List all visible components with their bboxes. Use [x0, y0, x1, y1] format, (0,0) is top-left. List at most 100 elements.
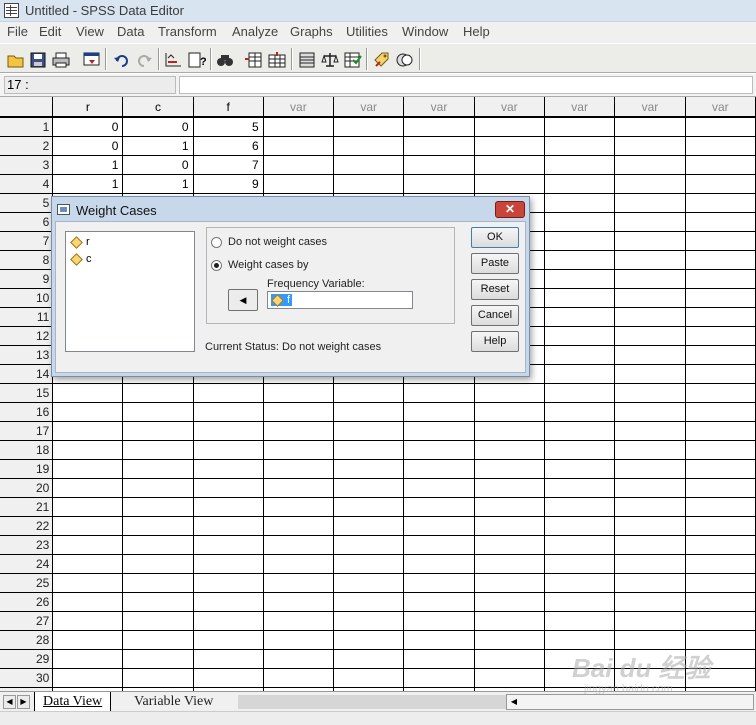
data-cell[interactable]: [544, 573, 616, 593]
data-cell[interactable]: [614, 630, 686, 650]
data-cell[interactable]: [685, 174, 756, 194]
data-cell[interactable]: [263, 459, 335, 479]
list-item[interactable]: r: [70, 235, 90, 249]
data-cell[interactable]: [614, 288, 686, 308]
column-header-var[interactable]: var: [403, 97, 475, 118]
data-cell[interactable]: [685, 231, 756, 251]
data-cell[interactable]: [122, 611, 194, 631]
data-cell[interactable]: [614, 592, 686, 612]
data-cell[interactable]: [474, 592, 545, 612]
weight-cases-by-radio[interactable]: [211, 260, 222, 271]
data-cell[interactable]: [52, 630, 124, 650]
data-cell[interactable]: [614, 231, 686, 251]
data-cell[interactable]: [263, 497, 335, 517]
data-cell[interactable]: [685, 573, 756, 593]
data-cell[interactable]: [52, 402, 124, 422]
data-cell[interactable]: [403, 668, 475, 688]
menu-transform[interactable]: Transform: [158, 24, 217, 39]
data-cell[interactable]: [614, 250, 686, 270]
data-cell[interactable]: [193, 421, 264, 441]
data-cell[interactable]: [685, 250, 756, 270]
data-cell[interactable]: [614, 611, 686, 631]
row-number[interactable]: 18: [0, 440, 54, 460]
data-cell[interactable]: [52, 535, 124, 555]
data-cell[interactable]: [333, 440, 405, 460]
data-cell[interactable]: [685, 611, 756, 631]
data-cell[interactable]: [122, 573, 194, 593]
find-icon[interactable]: [214, 49, 236, 71]
data-cell[interactable]: [193, 516, 264, 536]
paste-button[interactable]: Paste: [471, 253, 519, 274]
data-cell[interactable]: [685, 554, 756, 574]
data-cell[interactable]: [685, 212, 756, 232]
ok-button[interactable]: OK: [471, 227, 519, 248]
data-cell[interactable]: [474, 649, 545, 669]
row-number[interactable]: 16: [0, 402, 54, 422]
menu-graphs[interactable]: Graphs: [290, 24, 333, 39]
insert-variable-icon[interactable]: [266, 49, 288, 71]
data-cell[interactable]: [544, 307, 616, 327]
data-cell[interactable]: [403, 174, 475, 194]
tab-variable-view[interactable]: Variable View: [126, 692, 225, 711]
close-button[interactable]: ✕: [495, 201, 525, 218]
row-number[interactable]: 12: [0, 326, 54, 346]
save-icon[interactable]: [27, 49, 49, 71]
menu-data[interactable]: Data: [117, 24, 144, 39]
data-cell[interactable]: [333, 383, 405, 403]
data-cell[interactable]: [685, 326, 756, 346]
split-file-icon[interactable]: [296, 49, 318, 71]
data-cell[interactable]: [614, 573, 686, 593]
insert-case-icon[interactable]: [242, 49, 264, 71]
data-cell[interactable]: [193, 402, 264, 422]
data-cell[interactable]: [122, 535, 194, 555]
row-number[interactable]: 27: [0, 611, 54, 631]
data-cell[interactable]: [263, 573, 335, 593]
data-cell[interactable]: [52, 611, 124, 631]
data-cell[interactable]: [614, 402, 686, 422]
data-cell[interactable]: [474, 136, 545, 156]
data-cell[interactable]: [403, 592, 475, 612]
select-cases-icon[interactable]: [342, 49, 364, 71]
weight-cases-icon[interactable]: [319, 49, 341, 71]
data-cell[interactable]: [333, 516, 405, 536]
data-cell[interactable]: [193, 478, 264, 498]
row-number[interactable]: 4: [0, 174, 54, 194]
data-cell[interactable]: [52, 421, 124, 441]
data-cell[interactable]: [685, 630, 756, 650]
data-cell[interactable]: [263, 630, 335, 650]
data-cell[interactable]: [544, 554, 616, 574]
list-item[interactable]: c: [70, 252, 92, 266]
data-cell[interactable]: [333, 611, 405, 631]
data-cell[interactable]: [52, 478, 124, 498]
data-cell[interactable]: [474, 535, 545, 555]
row-number[interactable]: 23: [0, 535, 54, 555]
reset-button[interactable]: Reset: [471, 279, 519, 300]
data-cell[interactable]: [333, 668, 405, 688]
row-number[interactable]: 13: [0, 345, 54, 365]
data-cell[interactable]: [685, 345, 756, 365]
cancel-button[interactable]: Cancel: [471, 305, 519, 326]
data-cell[interactable]: [333, 459, 405, 479]
data-cell[interactable]: [193, 573, 264, 593]
data-cell[interactable]: [193, 383, 264, 403]
data-cell[interactable]: 0: [122, 155, 194, 175]
data-cell[interactable]: [544, 383, 616, 403]
data-cell[interactable]: [614, 554, 686, 574]
data-cell[interactable]: [333, 592, 405, 612]
data-cell[interactable]: [614, 535, 686, 555]
data-cell[interactable]: 1: [52, 155, 124, 175]
data-cell[interactable]: [52, 592, 124, 612]
column-header-var[interactable]: var: [263, 97, 335, 118]
data-cell[interactable]: [333, 117, 405, 137]
data-cell[interactable]: [544, 117, 616, 137]
data-cell[interactable]: [614, 516, 686, 536]
data-cell[interactable]: [122, 592, 194, 612]
data-cell[interactable]: [685, 516, 756, 536]
row-number[interactable]: 8: [0, 250, 54, 270]
data-cell[interactable]: [193, 535, 264, 555]
row-number[interactable]: 1: [0, 117, 54, 137]
menu-view[interactable]: View: [76, 24, 104, 39]
data-cell[interactable]: [333, 497, 405, 517]
data-cell[interactable]: [333, 155, 405, 175]
data-cell[interactable]: [474, 117, 545, 137]
